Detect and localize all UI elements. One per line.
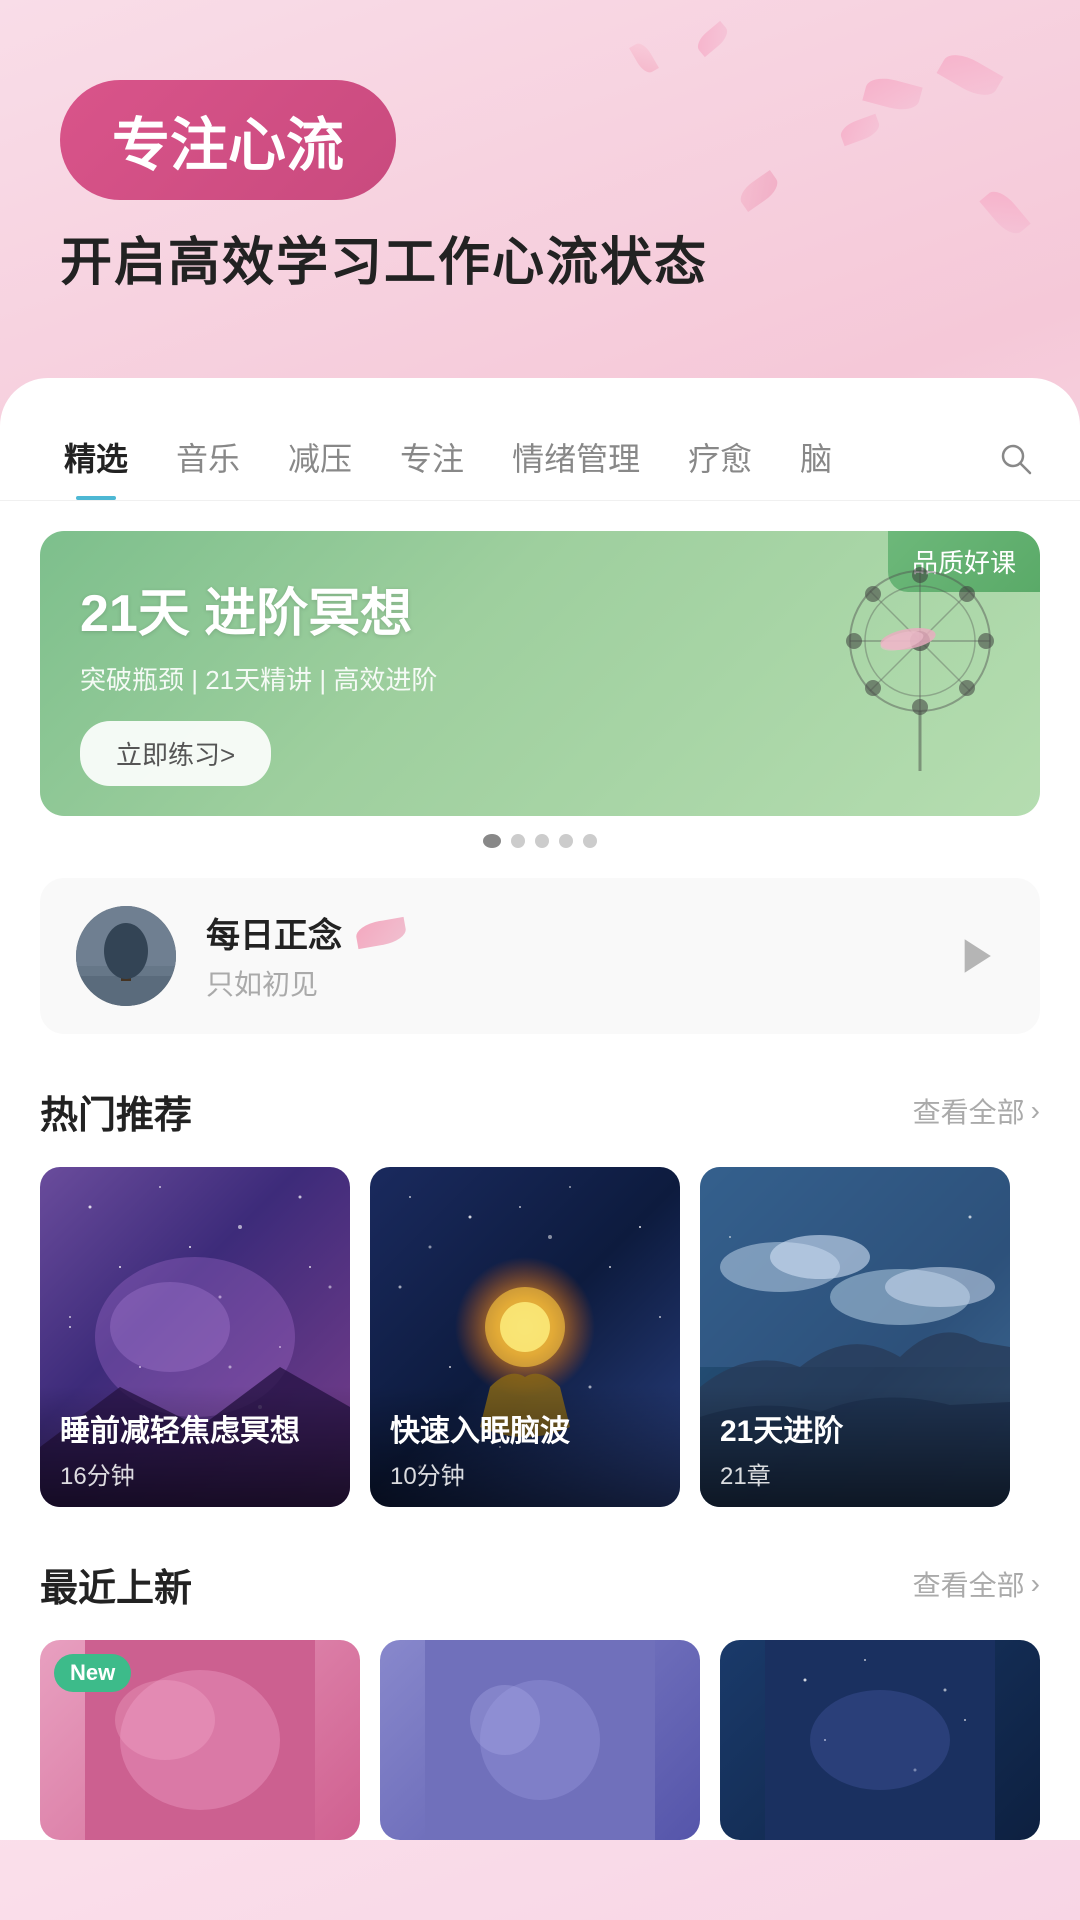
play-icon: [946, 928, 1002, 984]
hot-card-2-meta: 10分钟: [390, 1456, 660, 1491]
chevron-right-icon-new: ›: [1031, 1568, 1040, 1600]
banner-card: 品质好课: [40, 531, 1040, 816]
banner-section: 品质好课: [0, 531, 1080, 848]
tab-emotion[interactable]: 情绪管理: [488, 418, 664, 500]
new-card-3-bg: [720, 1640, 1040, 1840]
tabs-bar: 精选 音乐 减压 专注 情绪管理 疗愈 脑: [0, 418, 1080, 501]
petal-decoration-daily: [354, 916, 407, 948]
new-badge-1: New: [54, 1654, 131, 1692]
daily-title: 每日正念: [206, 908, 914, 957]
daily-info: 每日正念 只如初见: [206, 908, 914, 1003]
tab-reduce-stress[interactable]: 减压: [264, 418, 376, 500]
tab-brain[interactable]: 脑: [776, 418, 856, 500]
new-card-1[interactable]: New: [40, 1640, 360, 1840]
tab-jingxuan[interactable]: 精选: [40, 418, 152, 500]
hot-card-3-meta: 21章: [720, 1456, 990, 1491]
new-section-more[interactable]: 查看全部 ›: [913, 1564, 1040, 1604]
dot-4[interactable]: [559, 834, 573, 848]
hot-card-1-overlay: 睡前减轻焦虑冥想 16分钟: [40, 1386, 350, 1507]
dot-5[interactable]: [583, 834, 597, 848]
play-button[interactable]: [944, 926, 1004, 986]
dot-2[interactable]: [511, 834, 525, 848]
new-section-header: 最近上新 查看全部 ›: [0, 1557, 1080, 1612]
banner-dots: [40, 834, 1040, 848]
dot-1[interactable]: [483, 834, 501, 848]
daily-section: 每日正念 只如初见: [0, 878, 1080, 1034]
hot-card-2[interactable]: 快速入眠脑波 10分钟: [370, 1167, 680, 1507]
hot-card-2-overlay: 快速入眠脑波 10分钟: [370, 1386, 680, 1507]
tab-focus[interactable]: 专注: [376, 418, 488, 500]
new-section-title: 最近上新: [40, 1557, 192, 1612]
hot-card-3-name: 21天进阶: [720, 1406, 990, 1450]
hot-card-1-name: 睡前减轻焦虑冥想: [60, 1406, 330, 1450]
hero-badge: 专注心流: [60, 80, 396, 200]
hot-card-1[interactable]: 睡前减轻焦虑冥想 16分钟: [40, 1167, 350, 1507]
hot-section-header: 热门推荐 查看全部 ›: [0, 1084, 1080, 1139]
hot-cards-scroll[interactable]: 睡前减轻焦虑冥想 16分钟: [0, 1167, 1080, 1507]
chevron-right-icon: ›: [1031, 1095, 1040, 1127]
hero-section: 专注心流 开启高效学习工作心流状态: [0, 0, 1080, 338]
daily-card[interactable]: 每日正念 只如初见: [40, 878, 1040, 1034]
new-card-2[interactable]: [380, 1640, 700, 1840]
banner-decoration: [830, 551, 1010, 751]
tree-icon: [76, 906, 176, 1006]
daily-avatar: [76, 906, 176, 1006]
search-button[interactable]: [992, 435, 1040, 483]
windmill-icon: [830, 551, 1010, 771]
new-card-2-bg: [380, 1640, 700, 1840]
hot-section-more[interactable]: 查看全部 ›: [913, 1091, 1040, 1131]
hot-card-3[interactable]: 21天进阶 21章: [700, 1167, 1010, 1507]
main-card: 精选 音乐 减压 专注 情绪管理 疗愈 脑 品质好课: [0, 378, 1080, 1840]
tab-heal[interactable]: 疗愈: [664, 418, 776, 500]
hero-subtitle: 开启高效学习工作心流状态: [60, 230, 1020, 298]
new-cards-row: New: [40, 1640, 1040, 1840]
hot-section-title: 热门推荐: [40, 1084, 192, 1139]
search-icon: [996, 439, 1036, 479]
banner-practice-button[interactable]: 立即练习>: [80, 721, 271, 786]
hot-card-3-overlay: 21天进阶 21章: [700, 1386, 1010, 1507]
hot-card-2-name: 快速入眠脑波: [390, 1406, 660, 1450]
daily-subtitle: 只如初见: [206, 963, 914, 1003]
tab-music[interactable]: 音乐: [152, 418, 264, 500]
new-card-3[interactable]: [720, 1640, 1040, 1840]
dot-3[interactable]: [535, 834, 549, 848]
new-section-cards: New: [0, 1640, 1080, 1840]
hot-card-1-meta: 16分钟: [60, 1456, 330, 1491]
